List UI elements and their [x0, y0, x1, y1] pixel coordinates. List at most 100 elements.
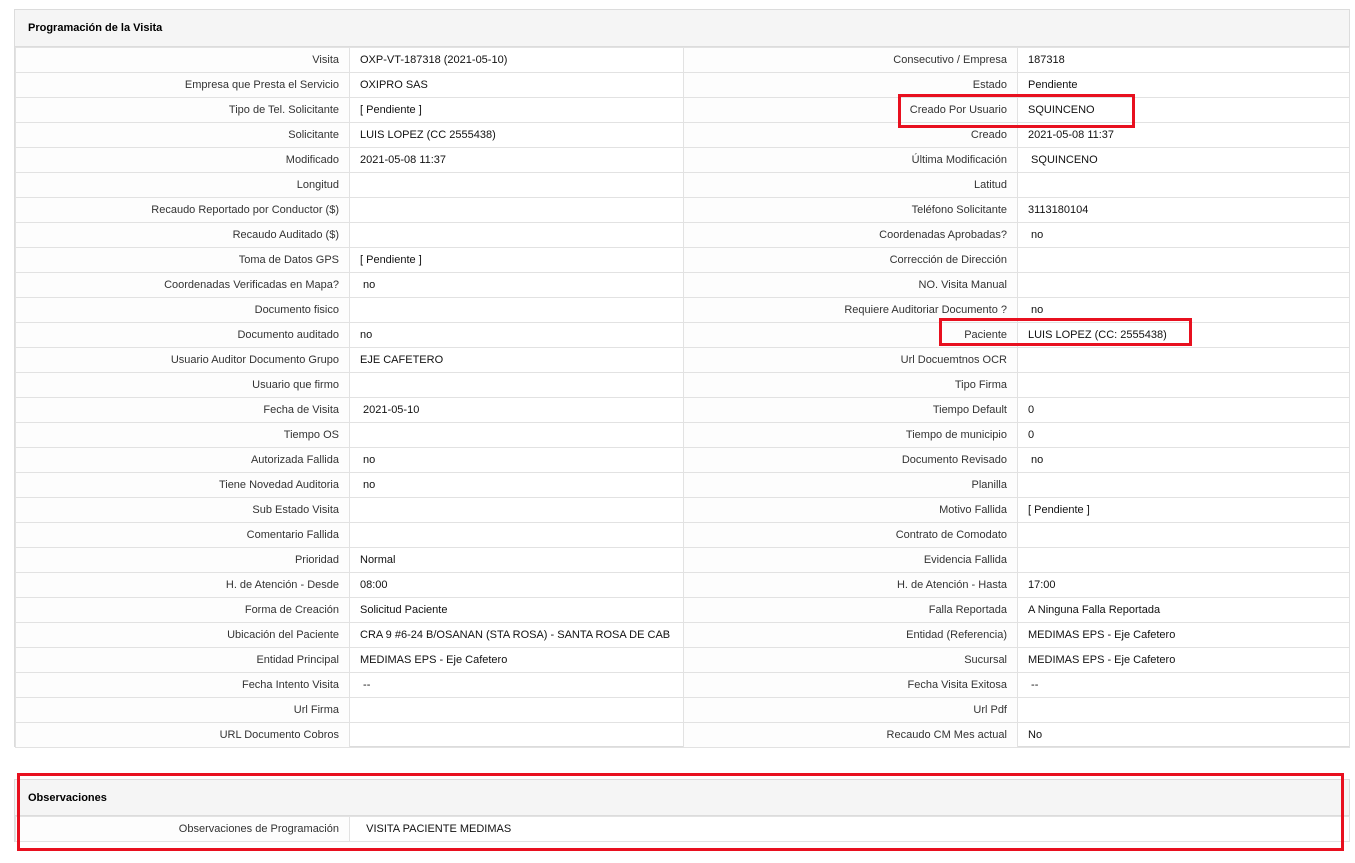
table-row: Usuario Auditor Documento Grupo EJE CAFET… — [15, 347, 1350, 373]
field-label: Fecha Visita Exitosa — [683, 672, 1018, 698]
field-value: MEDIMAS EPS - Eje Cafetero — [349, 647, 684, 673]
table-row: Fecha Intento Visita -- Fecha Visita Exit… — [15, 672, 1350, 698]
field-label: Documento auditado — [15, 322, 350, 348]
table-row: Autorizada Fallida no Documento Revisado … — [15, 447, 1350, 473]
field-label: Coordenadas Aprobadas? — [683, 222, 1018, 248]
table-row: Tiene Novedad Auditoria no Planilla — [15, 472, 1350, 498]
field-value: OXP-VT-187318 (2021-05-10) — [349, 47, 684, 73]
field-label: Url Firma — [15, 697, 350, 723]
field-label: Recaudo Auditado ($) — [15, 222, 350, 248]
field-value: MEDIMAS EPS - Eje Cafetero — [1017, 622, 1350, 648]
field-value: 2021-05-08 11:37 — [349, 147, 684, 173]
field-value: 3113180104 — [1017, 197, 1350, 223]
field-value — [1017, 272, 1350, 298]
field-value: Pendiente — [1017, 72, 1350, 98]
observaciones-table: Observaciones de Programación VISITA PAC… — [15, 816, 1350, 842]
field-label: Falla Reportada — [683, 597, 1018, 623]
field-label: Visita — [15, 47, 350, 73]
field-label: Consecutivo / Empresa — [683, 47, 1018, 73]
table-row: Entidad Principal MEDIMAS EPS - Eje Cafet… — [15, 647, 1350, 673]
field-label: NO. Visita Manual — [683, 272, 1018, 298]
field-value: CRA 9 #6-24 B/OSANAN (STA ROSA) - SANTA … — [349, 622, 684, 648]
table-row: Documento fisico Requiere Auditoriar Docu… — [15, 297, 1350, 323]
field-value: no — [349, 272, 684, 298]
field-label: Solicitante — [15, 122, 350, 148]
field-label: Toma de Datos GPS — [15, 247, 350, 273]
field-value — [349, 722, 684, 748]
field-label: Recaudo CM Mes actual — [683, 722, 1018, 748]
field-value: 187318 — [1017, 47, 1350, 73]
field-value: no — [1017, 222, 1350, 248]
field-value — [349, 172, 684, 198]
table-row: Tipo de Tel. Solicitante[ Pendiente ] Cre… — [15, 97, 1350, 123]
field-value — [349, 222, 684, 248]
field-label: Creado — [683, 122, 1018, 148]
table-row: Modificado 2021-05-08 11:37 Última Modific… — [15, 147, 1350, 173]
field-label: Autorizada Fallida — [15, 447, 350, 473]
field-label: Creado Por Usuario — [683, 97, 1018, 123]
field-label: Ubicación del Paciente — [15, 622, 350, 648]
field-value — [349, 522, 684, 548]
field-value — [349, 197, 684, 223]
field-label: Requiere Auditoriar Documento ? — [683, 297, 1018, 323]
field-label: Entidad (Referencia) — [683, 622, 1018, 648]
field-label: Url Pdf — [683, 697, 1018, 723]
field-label: H. de Atención - Desde — [15, 572, 350, 598]
field-label: Forma de Creación — [15, 597, 350, 623]
field-value — [1017, 347, 1350, 373]
table-row: URL Documento Cobros Recaudo CM Mes actua… — [15, 722, 1350, 748]
table-row: Longitud Latitud — [15, 172, 1350, 198]
field-value — [1017, 547, 1350, 573]
field-value: 0 — [1017, 422, 1350, 448]
field-value — [1017, 522, 1350, 548]
table-row: Usuario que firmo Tipo Firma — [15, 372, 1350, 398]
table-row: Visita OXP-VT-187318 (2021-05-10) Consecut… — [15, 47, 1350, 73]
field-label: URL Documento Cobros — [15, 722, 350, 748]
field-label: Longitud — [15, 172, 350, 198]
field-label: Recaudo Reportado por Conductor ($) — [15, 197, 350, 223]
field-value: [ Pendiente ] — [349, 97, 684, 123]
table-row: Prioridad Normal Evidencia Fallida — [15, 547, 1350, 573]
table-row: Comentario Fallida Contrato de Comodato — [15, 522, 1350, 548]
field-value: -- — [1017, 672, 1350, 698]
field-label: Usuario que firmo — [15, 372, 350, 398]
table-row: Ubicación del Paciente CRA 9 #6-24 B/OSAN… — [15, 622, 1350, 648]
field-value: LUIS LOPEZ (CC 2555438) — [349, 122, 684, 148]
field-value: SQUINCENO — [1017, 147, 1350, 173]
field-value — [1017, 247, 1350, 273]
field-label: Motivo Fallida — [683, 497, 1018, 523]
observaciones-panel: Observaciones Observaciones de Programac… — [14, 779, 1350, 842]
field-label: Tipo Firma — [683, 372, 1018, 398]
field-label: Corrección de Dirección — [683, 247, 1018, 273]
table-row: Fecha de Visita 2021-05-10 Tiempo Default… — [15, 397, 1350, 423]
programacion-title: Programación de la Visita — [15, 10, 1349, 47]
table-row: Toma de Datos GPS[ Pendiente ] Corrección… — [15, 247, 1350, 273]
field-label: Modificado — [15, 147, 350, 173]
field-value: MEDIMAS EPS - Eje Cafetero — [1017, 647, 1350, 673]
field-value — [1017, 172, 1350, 198]
field-value: no — [349, 447, 684, 473]
field-label: Tipo de Tel. Solicitante — [15, 97, 350, 123]
table-row: Url Firma Url Pdf — [15, 697, 1350, 723]
field-label: Planilla — [683, 472, 1018, 498]
field-value: VISITA PACIENTE MEDIMAS — [349, 816, 1350, 842]
field-value: Normal — [349, 547, 684, 573]
field-value: No — [1017, 722, 1350, 748]
field-label: Documento Revisado — [683, 447, 1018, 473]
field-value: no — [349, 322, 684, 348]
field-value: 0 — [1017, 397, 1350, 423]
table-row: Documento auditado no Paciente LUIS LOPEZ (… — [15, 322, 1350, 348]
field-label: Evidencia Fallida — [683, 547, 1018, 573]
field-value — [349, 422, 684, 448]
table-row: Empresa que Presta el Servicio OXIPRO SAS… — [15, 72, 1350, 98]
field-label: Sub Estado Visita — [15, 497, 350, 523]
field-value — [349, 372, 684, 398]
table-row: Sub Estado Visita Motivo Fallida[ Pendien… — [15, 497, 1350, 523]
field-value: no — [349, 472, 684, 498]
table-row: Solicitante LUIS LOPEZ (CC 2555438) Creado… — [15, 122, 1350, 148]
field-value — [1017, 697, 1350, 723]
field-label: Observaciones de Programación — [15, 816, 350, 842]
field-label: Comentario Fallida — [15, 522, 350, 548]
field-value — [349, 297, 684, 323]
table-row: Observaciones de Programación VISITA PAC… — [15, 816, 1350, 842]
